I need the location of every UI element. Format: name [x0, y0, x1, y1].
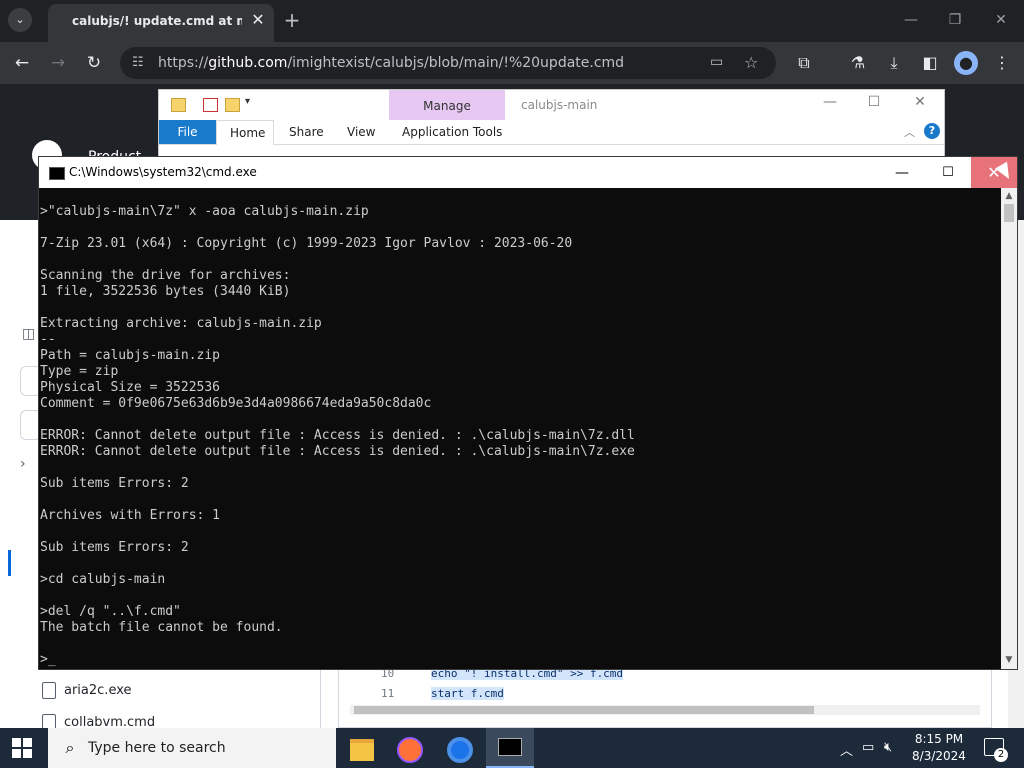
- chrome-icon: [447, 737, 473, 763]
- url-prefix: https://: [158, 55, 209, 71]
- profile-avatar-icon[interactable]: ●: [954, 51, 978, 75]
- firefox-icon: [397, 737, 423, 763]
- url-path: /imightexist/calubjs/blob/main/!%20updat…: [287, 55, 625, 71]
- tab-view[interactable]: View: [347, 125, 375, 139]
- chevron-right-icon[interactable]: ›: [20, 456, 26, 472]
- taskbar-file-explorer[interactable]: [338, 728, 386, 768]
- tab-application-tools[interactable]: Application Tools: [402, 125, 502, 139]
- file-icon: [42, 682, 56, 699]
- explorer-minimize-button[interactable]: —: [815, 94, 845, 110]
- new-tab-button[interactable]: +: [282, 8, 302, 32]
- horizontal-scrollbar[interactable]: [350, 705, 980, 715]
- url-text[interactable]: https://github.com/imightexist/calubjs/b…: [158, 55, 624, 71]
- file-tree-item[interactable]: aria2c.exe: [64, 683, 132, 698]
- network-icon[interactable]: ▭: [862, 740, 874, 755]
- cmd-app-icon[interactable]: [49, 167, 65, 180]
- cmd-vertical-scrollbar[interactable]: ▲ ▼: [1001, 188, 1017, 669]
- clock-date[interactable]: 8/3/2024: [906, 749, 972, 763]
- notification-badge: 2: [994, 748, 1008, 762]
- tray-overflow-icon[interactable]: ︿: [840, 740, 853, 759]
- cmd-taskbar-icon: [498, 738, 522, 756]
- line-number: 11: [381, 687, 395, 700]
- ribbon-tabs: File Home Share View Application Tools ︿: [159, 120, 944, 145]
- restore-button[interactable]: ❐: [940, 8, 970, 32]
- tab-search-button[interactable]: ⌄: [8, 8, 32, 32]
- tab-home-label: Home: [230, 126, 266, 140]
- quick-access-dropdown-icon[interactable]: ▾: [245, 96, 250, 107]
- reload-icon[interactable]: ↻: [82, 51, 106, 75]
- scroll-down-icon[interactable]: ▼: [1001, 653, 1017, 667]
- tab-home[interactable]: Home: [216, 120, 274, 145]
- url-host: github.com: [208, 55, 288, 71]
- folder-icon: [171, 98, 186, 112]
- download-icon[interactable]: ⤓: [882, 51, 906, 75]
- scrollbar-thumb[interactable]: [354, 706, 814, 714]
- cmd-minimize-button[interactable]: —: [885, 161, 919, 185]
- console-text: >"calubjs-main\7z" x -aoa calubjs-main.z…: [40, 204, 635, 667]
- windows-taskbar: ⌕ Type here to search ︿ ▭ 🔇︎ 8:15 PM 8/3…: [0, 728, 1024, 768]
- menu-kebab-icon[interactable]: ⋮: [990, 51, 1014, 75]
- tab-file[interactable]: File: [159, 120, 216, 144]
- cmd-maximize-button[interactable]: ☐: [931, 161, 965, 185]
- console-output[interactable]: >"calubjs-main\7z" x -aoa calubjs-main.z…: [39, 188, 999, 669]
- search-placeholder: Type here to search: [88, 740, 226, 756]
- collapse-panel-icon[interactable]: ◫: [22, 326, 35, 342]
- cmd-title: C:\Windows\system32\cmd.exe: [69, 165, 257, 179]
- explorer-maximize-button[interactable]: ☐: [859, 94, 889, 110]
- forward-icon[interactable]: →: [46, 51, 70, 75]
- labs-flask-icon[interactable]: ⚗: [846, 51, 870, 75]
- tab-share[interactable]: Share: [289, 125, 324, 139]
- ribbon-collapse-icon[interactable]: ︿: [904, 124, 915, 140]
- back-icon[interactable]: ←: [10, 51, 34, 75]
- windows-start-icon[interactable]: [12, 738, 32, 758]
- manage-label: Manage: [423, 99, 471, 113]
- site-info-icon[interactable]: ☷: [132, 55, 144, 70]
- browser-tabstrip: ⌄ calubjs/! update.cmd at main ✕ + — ❐ ✕: [0, 0, 1024, 42]
- tab-title: calubjs/! update.cmd at main: [72, 14, 242, 28]
- file-explorer-icon: [350, 739, 374, 761]
- browser-toolbar: ← → ↻ ☷ https://github.com/imightexist/c…: [0, 42, 1024, 84]
- taskbar-firefox[interactable]: [386, 728, 434, 768]
- bookmark-star-icon[interactable]: ☆: [744, 53, 758, 72]
- selected-indicator: [8, 550, 11, 576]
- extensions-icon[interactable]: ⧉: [792, 51, 816, 75]
- explorer-close-button[interactable]: ✕: [905, 94, 935, 110]
- taskbar-chrome[interactable]: [436, 728, 484, 768]
- scroll-up-icon[interactable]: ▲: [1001, 189, 1017, 203]
- manage-context-tab[interactable]: Manage: [389, 90, 505, 120]
- side-panel-icon[interactable]: ◧: [918, 51, 942, 75]
- code-line[interactable]: start f.cmd: [431, 687, 504, 700]
- taskbar-search-box[interactable]: ⌕ Type here to search: [48, 728, 336, 768]
- search-icon: ⌕: [65, 738, 75, 757]
- clock-time[interactable]: 8:15 PM: [906, 732, 972, 746]
- install-app-icon[interactable]: ▭: [710, 54, 723, 70]
- tab-close-icon[interactable]: ✕: [248, 10, 268, 30]
- explorer-title: calubjs-main: [521, 98, 598, 112]
- properties-icon[interactable]: [203, 98, 218, 112]
- minimize-button[interactable]: —: [896, 8, 926, 32]
- close-button[interactable]: ✕: [986, 8, 1016, 32]
- cmd-scrollbar-thumb[interactable]: [1004, 204, 1014, 222]
- volume-muted-icon[interactable]: 🔇︎: [884, 740, 892, 755]
- cmd-window: C:\Windows\system32\cmd.exe — ☐ ✕ >"calu…: [38, 156, 1018, 670]
- new-folder-icon[interactable]: [225, 98, 240, 112]
- address-bar[interactable]: ☷ https://github.com/imightexist/calubjs…: [120, 47, 776, 79]
- taskbar-cmd[interactable]: [486, 728, 534, 768]
- browser-tab-active[interactable]: calubjs/! update.cmd at main ✕: [48, 4, 274, 42]
- cmd-titlebar[interactable]: C:\Windows\system32\cmd.exe — ☐ ✕: [39, 157, 1017, 188]
- help-icon[interactable]: ?: [924, 123, 940, 139]
